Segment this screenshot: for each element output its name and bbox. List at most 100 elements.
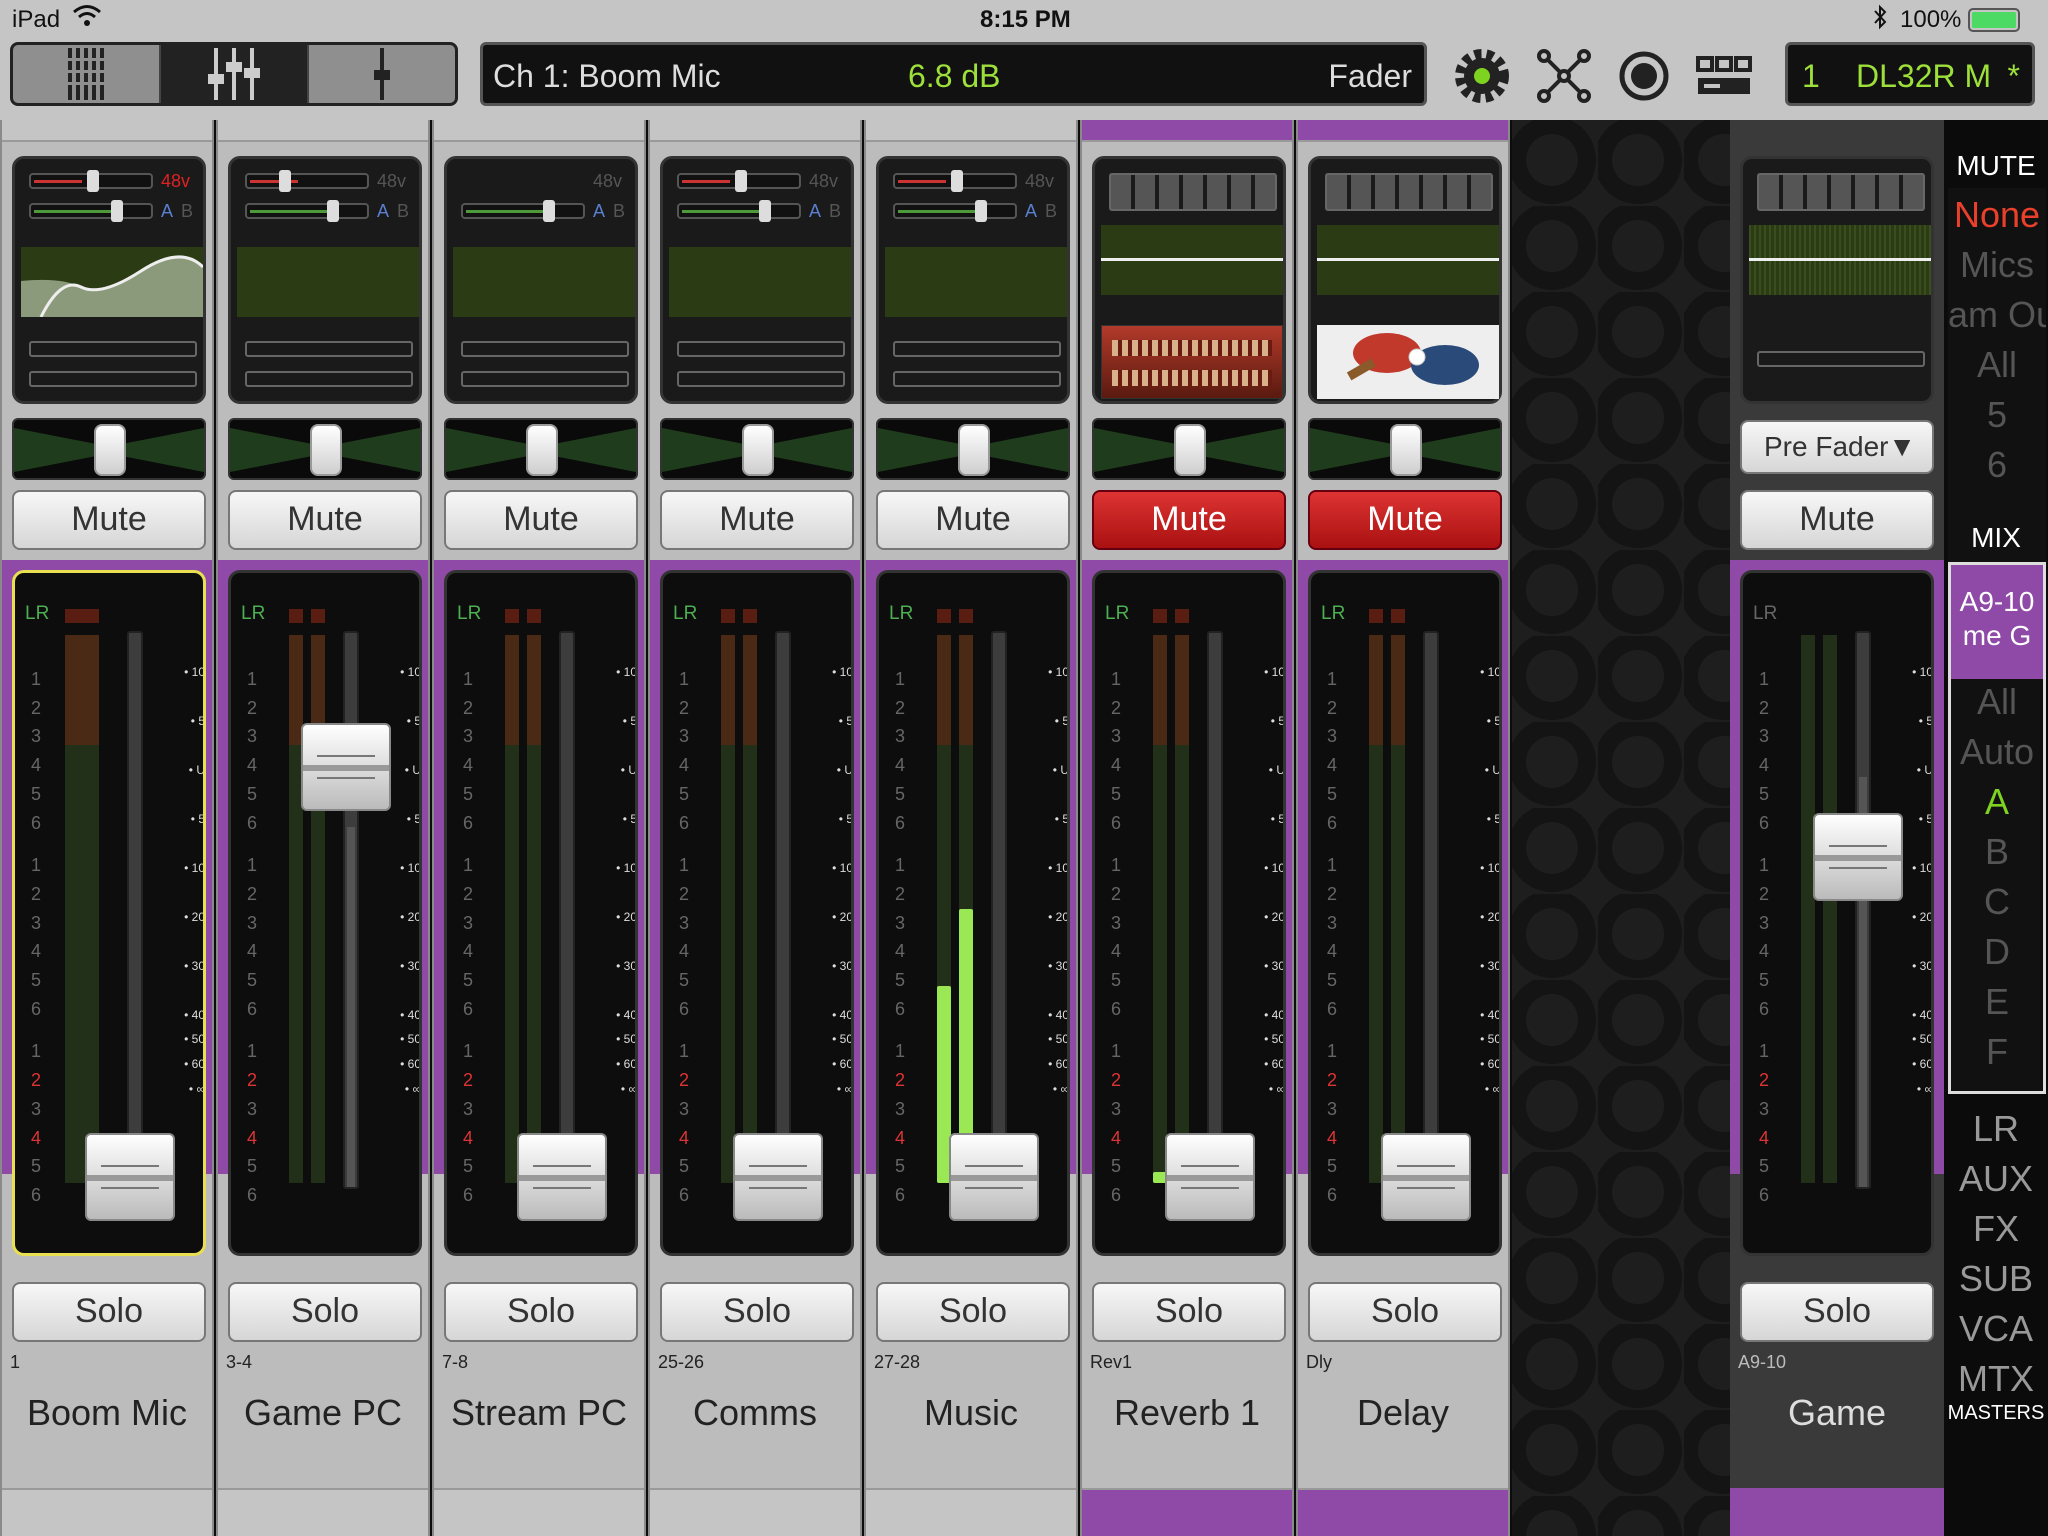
mute-button[interactable]: Mute — [444, 490, 638, 550]
trim-slider[interactable] — [245, 200, 369, 222]
gain-slider[interactable] — [29, 170, 153, 192]
eq-graph[interactable] — [1749, 225, 1931, 295]
mute-group-item[interactable]: am Ou — [1948, 294, 2046, 336]
masters-item[interactable]: SUB — [1944, 1258, 2048, 1300]
pan-control[interactable] — [1092, 418, 1286, 480]
mix-item[interactable]: B — [1951, 831, 2043, 873]
solo-button[interactable]: Solo — [1092, 1282, 1286, 1342]
dsp-block[interactable]: 48v A B — [876, 156, 1070, 404]
pan-control[interactable] — [876, 418, 1070, 480]
dsp-block[interactable]: 48v A B — [12, 156, 206, 404]
eq-graph[interactable] — [1317, 225, 1499, 295]
fader-knob[interactable] — [1381, 1133, 1471, 1221]
routing-icon[interactable] — [1534, 46, 1594, 106]
mute-button[interactable]: Mute — [876, 490, 1070, 550]
mix-item[interactable]: F — [1951, 1031, 2043, 1073]
mute-button[interactable]: Mute — [1092, 490, 1286, 550]
solo-button[interactable]: Solo — [444, 1282, 638, 1342]
meters-view-button[interactable] — [13, 45, 161, 103]
pan-knob[interactable] — [958, 424, 990, 476]
solo-button[interactable]: Solo — [12, 1282, 206, 1342]
pan-knob[interactable] — [742, 424, 774, 476]
master-solo-button[interactable]: Solo — [1740, 1282, 1934, 1342]
single-fader-view-button[interactable] — [309, 45, 455, 103]
trim-slider[interactable] — [29, 200, 153, 222]
master-dsp-block[interactable] — [1740, 156, 1934, 404]
dsp-block[interactable]: 48v A B — [660, 156, 854, 404]
fader-knob[interactable] — [517, 1133, 607, 1221]
mix-item[interactable]: Auto — [1951, 731, 2043, 773]
dsp-block[interactable] — [1092, 156, 1286, 404]
master-mute-button[interactable]: Mute — [1740, 490, 1934, 550]
eq-graph[interactable] — [237, 247, 419, 317]
fader-knob[interactable] — [733, 1133, 823, 1221]
solo-button[interactable]: Solo — [228, 1282, 422, 1342]
mute-button[interactable]: Mute — [660, 490, 854, 550]
pan-control[interactable] — [660, 418, 854, 480]
masters-item[interactable]: AUX — [1944, 1158, 2048, 1200]
mute-group-item[interactable]: 6 — [1948, 444, 2046, 486]
mute-group-item[interactable]: 5 — [1948, 394, 2046, 436]
dsp-block[interactable]: 48v A B — [228, 156, 422, 404]
eq-graph[interactable] — [669, 247, 851, 317]
masters-item[interactable]: MTX — [1944, 1358, 2048, 1400]
mute-group-item[interactable]: None — [1948, 194, 2046, 236]
snapshots-icon[interactable] — [1694, 46, 1754, 106]
masters-item[interactable]: FX — [1944, 1208, 2048, 1250]
channel-name[interactable]: Music — [866, 1392, 1076, 1434]
mixer-model-display[interactable]: 1 DL32R M * — [1785, 42, 2035, 106]
mix-item[interactable]: All — [1951, 681, 2043, 723]
mix-item[interactable]: A — [1951, 781, 2043, 823]
dsp-block[interactable]: 48v A B — [444, 156, 638, 404]
send-mode-select[interactable]: Pre Fader ▼ — [1740, 420, 1934, 474]
mix-item[interactable]: C — [1951, 881, 2043, 923]
channel-name[interactable]: Stream PC — [434, 1392, 644, 1434]
eq-graph[interactable] — [21, 247, 205, 318]
masters-item[interactable]: LR — [1944, 1108, 2048, 1150]
selected-channel-display[interactable]: Ch 1: Boom Mic 6.8 dB Fader — [480, 42, 1427, 106]
pan-control[interactable] — [1308, 418, 1502, 480]
fader-knob[interactable] — [949, 1133, 1039, 1221]
pan-knob[interactable] — [94, 424, 126, 476]
pan-control[interactable] — [12, 418, 206, 480]
pan-control[interactable] — [228, 418, 422, 480]
fader-knob[interactable] — [301, 723, 391, 811]
eq-graph[interactable] — [885, 247, 1067, 317]
channel-name[interactable]: Game PC — [218, 1392, 428, 1434]
channel-name[interactable]: Delay — [1298, 1392, 1508, 1434]
mix-selected[interactable]: A9-10 me G — [1951, 565, 2043, 679]
channel-name[interactable]: Boom Mic — [2, 1392, 212, 1434]
dsp-block[interactable] — [1308, 156, 1502, 404]
solo-button[interactable]: Solo — [1308, 1282, 1502, 1342]
record-icon[interactable] — [1614, 46, 1674, 106]
solo-button[interactable]: Solo — [660, 1282, 854, 1342]
fader-knob[interactable] — [1165, 1133, 1255, 1221]
pan-knob[interactable] — [526, 424, 558, 476]
mute-button[interactable]: Mute — [12, 490, 206, 550]
pan-control[interactable] — [444, 418, 638, 480]
fader-knob[interactable] — [85, 1133, 175, 1221]
trim-slider[interactable] — [893, 200, 1017, 222]
mixer-view-button[interactable] — [161, 45, 309, 103]
mute-group-item[interactable]: All — [1948, 344, 2046, 386]
eq-graph[interactable] — [1101, 225, 1283, 295]
channel-name[interactable]: Reverb 1 — [1082, 1392, 1292, 1434]
master-fader-knob[interactable] — [1813, 813, 1903, 901]
trim-slider[interactable] — [461, 200, 585, 222]
trim-slider[interactable] — [677, 200, 801, 222]
gain-slider[interactable] — [893, 170, 1017, 192]
channel-name[interactable]: Comms — [650, 1392, 860, 1434]
mute-button[interactable]: Mute — [228, 490, 422, 550]
pan-knob[interactable] — [310, 424, 342, 476]
gain-slider[interactable] — [677, 170, 801, 192]
masters-item[interactable]: VCA — [1944, 1308, 2048, 1350]
solo-button[interactable]: Solo — [876, 1282, 1070, 1342]
view-selector[interactable] — [10, 42, 458, 106]
mix-item[interactable]: E — [1951, 981, 2043, 1023]
mute-group-item[interactable]: Mics — [1948, 244, 2046, 286]
master-name[interactable]: Game — [1730, 1392, 1944, 1434]
pan-knob[interactable] — [1390, 424, 1422, 476]
pan-knob[interactable] — [1174, 424, 1206, 476]
gain-slider[interactable] — [245, 170, 369, 192]
mute-button[interactable]: Mute — [1308, 490, 1502, 550]
